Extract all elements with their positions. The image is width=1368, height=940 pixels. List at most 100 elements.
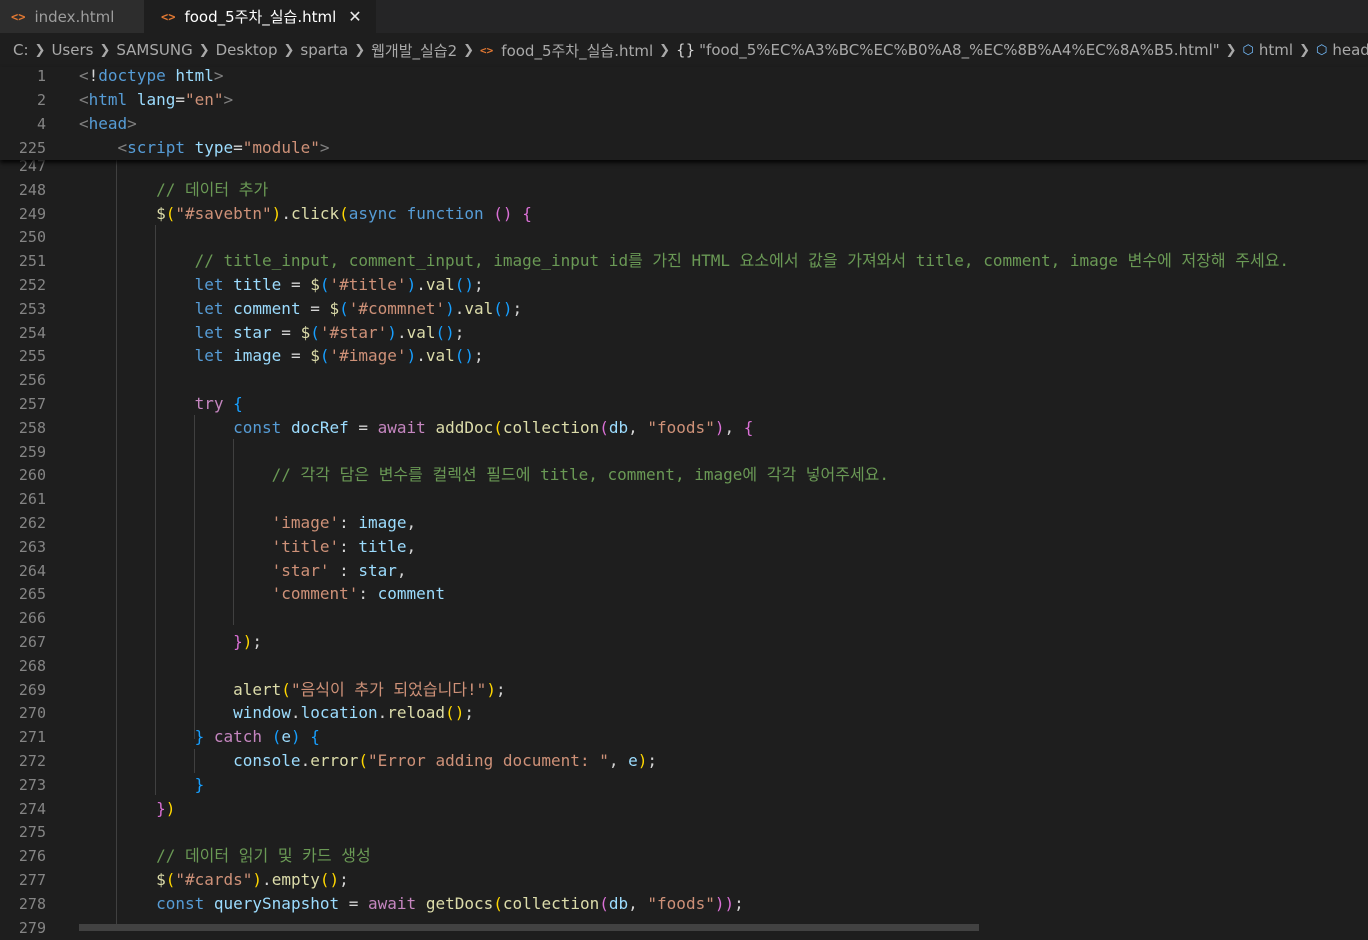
breadcrumb-item[interactable]: Users [51, 41, 93, 59]
code-line[interactable]: 251 // title_input, comment_input, image… [0, 249, 1368, 273]
code-token: ) [406, 346, 417, 365]
code-line[interactable]: 253 let comment = $('#commnet').val(); [0, 297, 1368, 321]
code-line[interactable]: 256 [0, 368, 1368, 392]
code-line[interactable]: 252 let title = $('#title').val(); [0, 273, 1368, 297]
chevron-right-icon: ❯ [198, 42, 210, 58]
code-content: 'image': image, [79, 511, 417, 535]
code-token: head [88, 114, 128, 133]
code-line[interactable]: 268 [0, 654, 1368, 678]
code-token: . [416, 275, 426, 294]
code-token: { [310, 727, 320, 746]
line-number: 271 [18, 728, 46, 746]
code-line[interactable]: 260 // 각각 담은 변수를 컬렉션 필드에 title, comment,… [0, 463, 1368, 487]
code-token: () [445, 703, 465, 722]
code-token: ; [647, 751, 658, 770]
code-content: const docRef = await addDoc(collection(d… [79, 416, 753, 440]
code-line[interactable]: 262 'image': image, [0, 511, 1368, 535]
code-line[interactable]: 276 // 데이터 읽기 및 카드 생성 [0, 844, 1368, 868]
code-content: 'title': title, [79, 535, 417, 559]
code-content: // 데이터 읽기 및 카드 생성 [79, 844, 371, 868]
code-token: > [223, 90, 234, 109]
code-editor[interactable]: 1 <!doctype html> 2 <html lang="en"> 4 <head>… [0, 64, 1368, 937]
tab-food-html[interactable]: <> food_5주차_실습.html ✕ [144, 0, 376, 33]
breadcrumb-element[interactable]: html [1259, 41, 1293, 59]
code-token: "foods" [647, 418, 715, 437]
code-token: ; [512, 299, 523, 318]
line-number: 273 [18, 776, 46, 794]
code-line[interactable]: 261 [0, 487, 1368, 511]
code-token: = [281, 346, 311, 365]
code-line[interactable]: 2 <html lang="en"> [0, 88, 1368, 112]
code-token: click [290, 204, 340, 223]
code-line[interactable]: 250 [0, 225, 1368, 249]
code-line[interactable]: 269 alert("음식이 추가 되었습니다!"); [0, 678, 1368, 702]
code-line[interactable]: 275 [0, 820, 1368, 844]
code-token: 'comment' [271, 584, 359, 603]
code-token: ( [493, 418, 503, 437]
breadcrumb-item[interactable]: SAMSUNG [116, 41, 192, 59]
code-token: db [608, 418, 629, 437]
code-line[interactable]: 248 // 데이터 추가 [0, 178, 1368, 202]
code-token: ; [464, 703, 474, 722]
horizontal-scrollbar[interactable] [79, 924, 979, 931]
code-token: let [194, 346, 224, 365]
code-token: title [233, 275, 282, 294]
code-token: $ [310, 346, 320, 365]
code-line[interactable]: 277 $("#cards").empty(); [0, 868, 1368, 892]
breadcrumb-item[interactable]: C: [13, 41, 29, 59]
code-token: = [339, 894, 369, 913]
breadcrumb-item[interactable]: Desktop [216, 41, 278, 59]
breadcrumb-element[interactable]: head [1332, 41, 1368, 59]
code-token: : [329, 561, 359, 580]
code-token: '#star' [319, 323, 388, 342]
code-line[interactable]: 258 const docRef = await addDoc(collecti… [0, 416, 1368, 440]
code-line[interactable]: 225 <script type="module"> [0, 136, 1368, 160]
breadcrumb-file[interactable]: food_5주차_실습.html [501, 40, 653, 61]
code-line[interactable]: 263 'title': title, [0, 535, 1368, 559]
code-token: ) [406, 275, 417, 294]
code-token: < [79, 114, 89, 133]
code-line[interactable]: 249 $("#savebtn").click(async function (… [0, 202, 1368, 226]
close-icon[interactable]: ✕ [348, 7, 361, 26]
breadcrumb-item[interactable]: sparta [300, 41, 348, 59]
code-line[interactable]: 278 const querySnapshot = await getDocs(… [0, 892, 1368, 916]
line-number: 262 [18, 514, 46, 532]
code-line[interactable]: 1 <!doctype html> [0, 64, 1368, 88]
code-line[interactable]: 270 window.location.reload(); [0, 701, 1368, 725]
code-line[interactable]: 254 let star = $('#star').val(); [0, 321, 1368, 345]
code-token: querySnapshot [213, 894, 340, 913]
code-content: // 데이터 추가 [79, 178, 268, 202]
breadcrumb-object[interactable]: "food_5%EC%A3%BC%EC%B0%A8_%EC%8B%A4%EC%8… [699, 41, 1220, 59]
code-line[interactable]: 271 } catch (e) { [0, 725, 1368, 749]
code-token: , [628, 894, 648, 913]
code-token: ; [252, 632, 263, 651]
code-content: // 각각 담은 변수를 컬렉션 필드에 title, comment, ima… [79, 463, 889, 487]
code-line[interactable]: 257 try { [0, 392, 1368, 416]
code-line[interactable]: 272 console.error("Error adding document… [0, 749, 1368, 773]
code-line[interactable]: 4 <head> [0, 112, 1368, 136]
indent-guide [233, 439, 234, 625]
code-token: "#cards" [175, 870, 253, 889]
code-line[interactable]: 266 [0, 606, 1368, 630]
breadcrumb-item[interactable]: 웹개발_실습2 [371, 40, 457, 61]
tab-index-html[interactable]: <> index.html [0, 0, 144, 33]
code-content: }) [79, 797, 175, 821]
code-token: { [522, 204, 532, 223]
code-line[interactable]: 265 'comment': comment [0, 582, 1368, 606]
code-line[interactable]: 274 }) [0, 797, 1368, 821]
code-line[interactable]: 264 'star' : star, [0, 559, 1368, 583]
code-content: let comment = $('#commnet').val(); [79, 297, 523, 321]
code-line[interactable]: 255 let image = $('#image').val(); [0, 344, 1368, 368]
code-token: ( [165, 870, 176, 889]
code-line[interactable]: 259 [0, 440, 1368, 464]
code-line[interactable]: 273 } [0, 773, 1368, 797]
code-line[interactable]: 267 }); [0, 630, 1368, 654]
line-number: 254 [18, 324, 46, 342]
